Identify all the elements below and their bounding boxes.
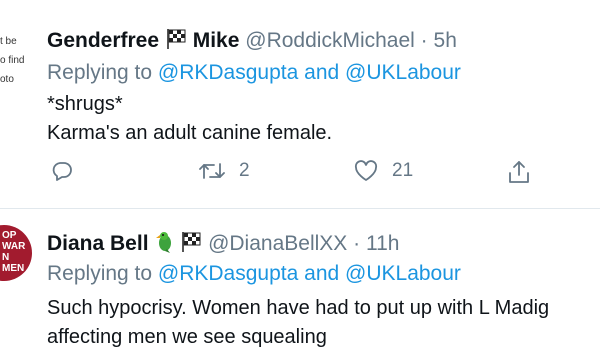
- mention-and[interactable]: and: [304, 61, 339, 84]
- tweet-header: Diana Bell @DianaBellXX · 11h: [47, 231, 399, 260]
- share-button[interactable]: [508, 160, 530, 184]
- chequered-flag-icon: [165, 28, 187, 57]
- user-handle[interactable]: @DianaBellXX: [208, 232, 347, 255]
- avatar[interactable]: OP WAR N MEN: [0, 225, 32, 281]
- mention-link[interactable]: @UKLabour: [345, 61, 461, 84]
- separator-dot: ·: [420, 29, 428, 52]
- tweet-2[interactable]: OP WAR N MEN Diana Bell @DianaBellXX · 1…: [0, 209, 600, 348]
- parrot-icon: [154, 231, 174, 260]
- mention-link[interactable]: @RKDasgupta: [158, 262, 298, 285]
- reply-button[interactable]: [51, 160, 73, 182]
- display-name[interactable]: Diana Bell: [47, 232, 149, 255]
- timestamp[interactable]: 11h: [366, 232, 399, 255]
- mention-link[interactable]: @UKLabour: [345, 262, 461, 285]
- mention-link[interactable]: @RKDasgupta: [158, 61, 298, 84]
- separator-dot: ·: [353, 232, 361, 255]
- tweet-1[interactable]: Genderfree Mike @RoddickMichael · 5h Rep…: [0, 0, 600, 208]
- display-name-suffix[interactable]: Mike: [193, 29, 240, 52]
- like-button[interactable]: 21: [354, 160, 413, 182]
- replying-to: Replying to @RKDasgupta and @UKLabour: [47, 60, 461, 86]
- tweet-line: *shrugs*: [47, 93, 123, 115]
- reply-icon: [51, 160, 73, 182]
- tweet-text: Such hypocrisy. Women have had to put up…: [47, 294, 549, 352]
- like-count: 21: [392, 160, 414, 181]
- retweet-icon: [199, 160, 225, 182]
- display-name[interactable]: Genderfree: [47, 29, 159, 52]
- timestamp[interactable]: 5h: [434, 29, 457, 52]
- avatar-text: WAR: [2, 241, 26, 252]
- avatar-text: N: [2, 252, 10, 263]
- retweet-button[interactable]: 2: [199, 160, 250, 182]
- avatar-text: MEN: [2, 263, 25, 274]
- tweet-line: Such hypocrisy. Women have had to put up…: [47, 297, 550, 319]
- like-icon: [354, 160, 378, 182]
- tweet-actions: 2 21: [47, 160, 600, 186]
- tweet-line: Karma's an adult canine female.: [47, 122, 333, 144]
- tweet-header: Genderfree Mike @RoddickMichael · 5h: [47, 28, 457, 57]
- replying-prefix: Replying to: [47, 61, 153, 84]
- replying-to: Replying to @RKDasgupta and @UKLabour: [47, 261, 461, 287]
- avatar-text: OP: [2, 230, 17, 241]
- tweet-text: *shrugs* Karma's an adult canine female.: [47, 90, 332, 148]
- replying-prefix: Replying to: [47, 262, 153, 285]
- retweet-count: 2: [239, 160, 250, 181]
- share-icon: [508, 160, 530, 184]
- mention-and[interactable]: and: [304, 262, 339, 285]
- user-handle[interactable]: @RoddickMichael: [245, 29, 415, 52]
- tweet-line: affecting men we see squealing: [47, 326, 327, 348]
- chequered-flag-icon: [180, 231, 202, 260]
